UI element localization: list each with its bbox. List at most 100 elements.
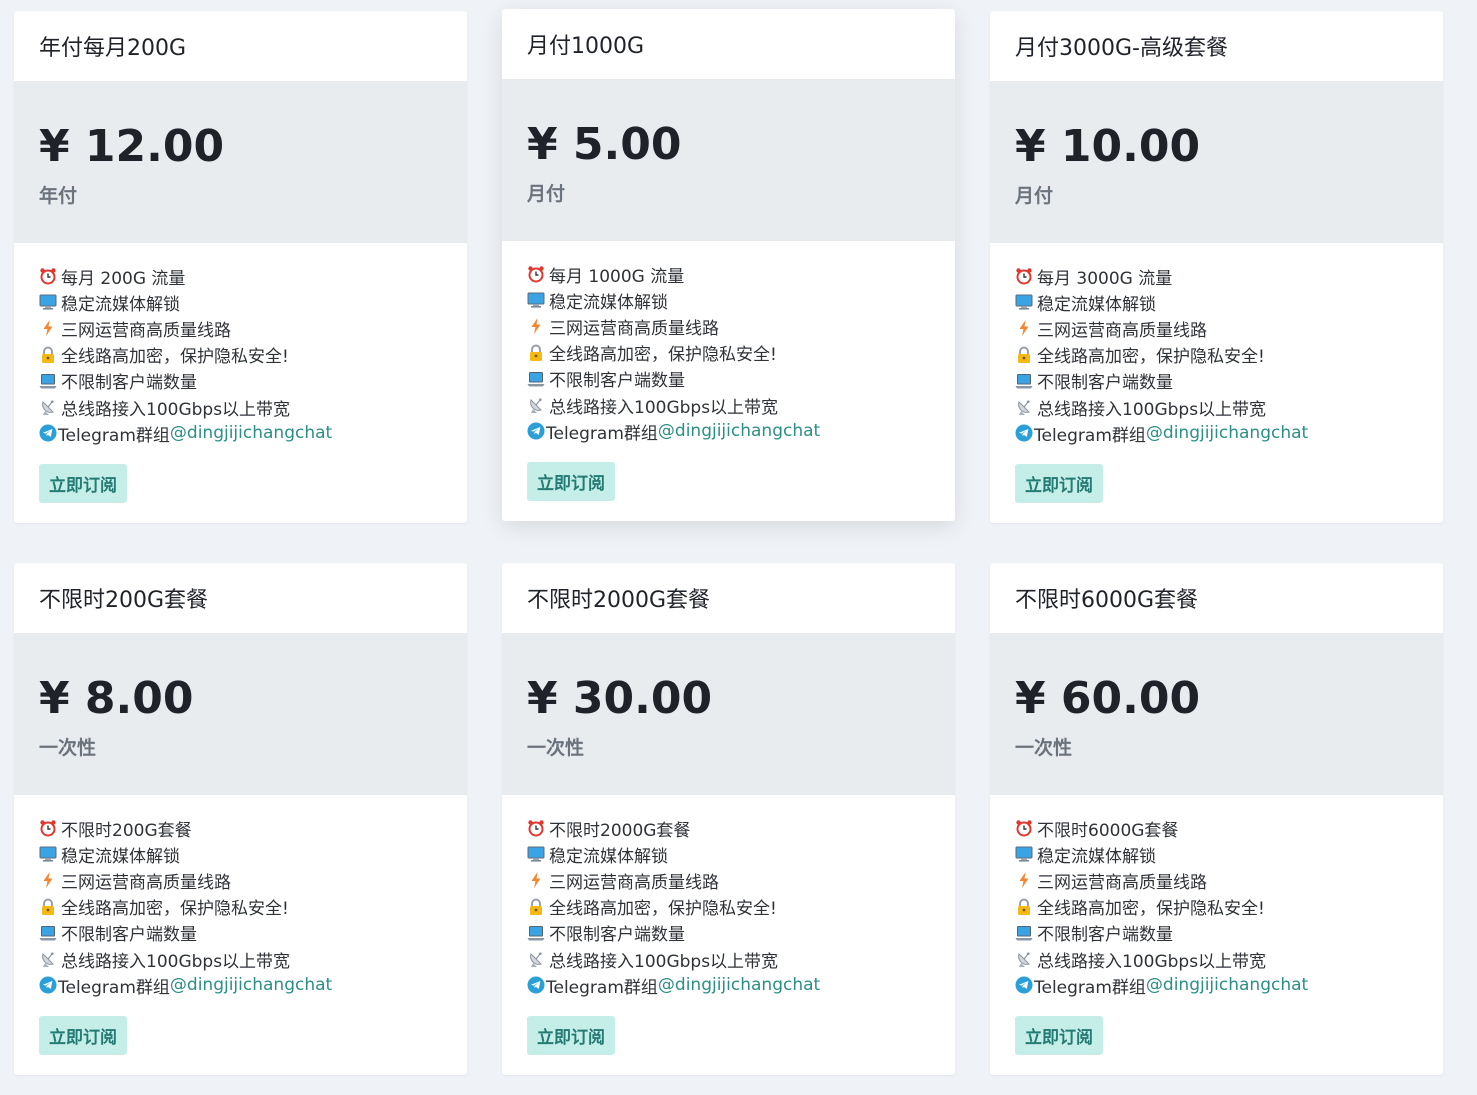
plan-card: 不限时6000G套餐 ¥ 60.00 一次性 不限时6000G套餐 稳定流媒体解… xyxy=(990,563,1443,1075)
plan-card: 不限时2000G套餐 ¥ 30.00 一次性 不限时2000G套餐 稳定流媒体解… xyxy=(502,563,955,1075)
telegram-group-link[interactable]: @dingjijichangchat xyxy=(658,421,820,441)
telegram-label: Telegram群组 xyxy=(546,423,658,444)
lightning-icon xyxy=(1019,872,1029,889)
feature-network: 三网运营商高质量线路 xyxy=(527,867,930,893)
feature-label: 不限制客户端数量 xyxy=(549,371,685,392)
satellite-antenna-icon xyxy=(530,952,542,968)
plan-price: ¥ 12.00 xyxy=(39,121,225,172)
laptop-icon xyxy=(527,371,545,387)
feature-clients: 不限制客户端数量 xyxy=(1015,920,1418,946)
plan-header: 年付每月200G xyxy=(14,11,467,81)
feature-label: 每月 200G 流量 xyxy=(61,268,186,289)
telegram-icon xyxy=(527,422,545,440)
plan-price-panel: ¥ 5.00 月付 xyxy=(502,79,955,241)
subscribe-button[interactable]: 立即订阅 xyxy=(1015,464,1103,504)
desktop-computer-icon xyxy=(39,846,57,862)
plan-card: 年付每月200G ¥ 12.00 年付 每月 200G 流量 稳定流媒体解锁 三… xyxy=(14,11,467,523)
plan-header: 不限时6000G套餐 xyxy=(990,563,1443,633)
plan-card: 月付1000G ¥ 5.00 月付 每月 1000G 流量 稳定流媒体解锁 三网… xyxy=(502,9,955,521)
laptop-icon xyxy=(1015,925,1033,941)
desktop-computer-icon xyxy=(527,846,545,862)
telegram-group-link[interactable]: @dingjijichangchat xyxy=(658,975,820,995)
plan-price-panel: ¥ 8.00 一次性 xyxy=(14,633,467,795)
telegram-group-link[interactable]: @dingjijichangchat xyxy=(170,975,332,995)
subscribe-button[interactable]: 立即订阅 xyxy=(39,464,127,504)
feature-label: 全线路高加密，保护隐私安全! xyxy=(1037,347,1265,368)
feature-bandwidth: 总线路接入100Gbps以上带宽 xyxy=(39,946,442,972)
telegram-group-link[interactable]: @dingjijichangchat xyxy=(1146,975,1308,995)
lock-icon xyxy=(530,898,542,915)
feature-telegram: Telegram群组 @dingjijichangchat xyxy=(1015,420,1418,446)
feature-label: 总线路接入100Gbps以上带宽 xyxy=(1037,399,1267,420)
alarm-clock-icon xyxy=(1016,820,1032,837)
plan-features: 每月 1000G 流量 稳定流媒体解锁 三网运营商高质量线路 全线路高加密，保护… xyxy=(502,241,955,502)
feature-label: 稳定流媒体解锁 xyxy=(1037,294,1156,315)
plan-title: 月付3000G-高级套餐 xyxy=(1015,36,1228,61)
plan-price: ¥ 5.00 xyxy=(527,119,682,170)
feature-label: 三网运营商高质量线路 xyxy=(61,320,231,341)
telegram-icon xyxy=(1015,424,1033,442)
subscribe-button[interactable]: 立即订阅 xyxy=(1015,1016,1103,1056)
feature-clients: 不限制客户端数量 xyxy=(39,368,442,394)
lightning-icon xyxy=(1019,320,1029,337)
feature-encryption: 全线路高加密，保护隐私安全! xyxy=(1015,342,1418,368)
feature-bandwidth: 总线路接入100Gbps以上带宽 xyxy=(1015,946,1418,972)
plan-price: ¥ 60.00 xyxy=(1015,673,1201,724)
feature-label: 全线路高加密，保护隐私安全! xyxy=(1037,899,1265,920)
feature-network: 三网运营商高质量线路 xyxy=(527,313,930,339)
plan-card: 月付3000G-高级套餐 ¥ 10.00 月付 每月 3000G 流量 稳定流媒… xyxy=(990,11,1443,523)
feature-traffic: 每月 1000G 流量 xyxy=(527,261,930,287)
feature-traffic: 每月 3000G 流量 xyxy=(1015,263,1418,289)
desktop-computer-icon xyxy=(1015,846,1033,862)
subscribe-button[interactable]: 立即订阅 xyxy=(527,462,615,502)
subscribe-button[interactable]: 立即订阅 xyxy=(39,1016,127,1056)
telegram-label: Telegram群组 xyxy=(546,977,658,998)
lightning-icon xyxy=(43,320,53,337)
plan-header: 月付3000G-高级套餐 xyxy=(990,11,1443,81)
feature-label: 三网运营商高质量线路 xyxy=(1037,872,1207,893)
feature-label: 全线路高加密，保护隐私安全! xyxy=(549,899,777,920)
satellite-antenna-icon xyxy=(1018,400,1030,416)
plan-title: 不限时6000G套餐 xyxy=(1015,588,1199,613)
feature-streaming: 稳定流媒体解锁 xyxy=(527,841,930,867)
subscribe-button[interactable]: 立即订阅 xyxy=(527,1016,615,1056)
alarm-clock-icon xyxy=(1016,268,1032,285)
plan-price-panel: ¥ 10.00 月付 xyxy=(990,81,1443,243)
telegram-icon xyxy=(39,976,57,994)
feature-label: 稳定流媒体解锁 xyxy=(1037,846,1156,867)
feature-label: 全线路高加密，保护隐私安全! xyxy=(61,899,289,920)
feature-label: 三网运营商高质量线路 xyxy=(549,318,719,339)
feature-traffic: 不限时2000G套餐 xyxy=(527,815,930,841)
plan-title: 不限时2000G套餐 xyxy=(527,588,711,613)
feature-label: 不限时200G套餐 xyxy=(61,820,192,841)
feature-network: 三网运营商高质量线路 xyxy=(39,315,442,341)
lightning-icon xyxy=(43,872,53,889)
telegram-label: Telegram群组 xyxy=(1034,425,1146,446)
feature-streaming: 稳定流媒体解锁 xyxy=(39,841,442,867)
feature-label: 总线路接入100Gbps以上带宽 xyxy=(549,951,779,972)
feature-clients: 不限制客户端数量 xyxy=(527,366,930,392)
feature-traffic: 不限时6000G套餐 xyxy=(1015,815,1418,841)
feature-streaming: 稳定流媒体解锁 xyxy=(1015,289,1418,315)
feature-telegram: Telegram群组 @dingjijichangchat xyxy=(1015,972,1418,998)
feature-streaming: 稳定流媒体解锁 xyxy=(39,289,442,315)
feature-label: 不限制客户端数量 xyxy=(1037,373,1173,394)
feature-traffic: 每月 200G 流量 xyxy=(39,263,442,289)
laptop-icon xyxy=(39,925,57,941)
telegram-group-link[interactable]: @dingjijichangchat xyxy=(1146,423,1308,443)
lock-icon xyxy=(42,346,54,363)
feature-clients: 不限制客户端数量 xyxy=(527,920,930,946)
telegram-group-link[interactable]: @dingjijichangchat xyxy=(170,423,332,443)
telegram-label: Telegram群组 xyxy=(58,977,170,998)
feature-label: 不限制客户端数量 xyxy=(549,925,685,946)
feature-label: 总线路接入100Gbps以上带宽 xyxy=(61,399,291,420)
desktop-computer-icon xyxy=(527,292,545,308)
feature-label: 稳定流媒体解锁 xyxy=(61,294,180,315)
lock-icon xyxy=(1018,346,1030,363)
feature-label: 不限时2000G套餐 xyxy=(549,820,691,841)
plan-features: 不限时2000G套餐 稳定流媒体解锁 三网运营商高质量线路 全线路高加密，保护隐… xyxy=(502,795,955,1056)
desktop-computer-icon xyxy=(1015,294,1033,310)
feature-label: 稳定流媒体解锁 xyxy=(549,846,668,867)
satellite-antenna-icon xyxy=(530,398,542,414)
feature-label: 总线路接入100Gbps以上带宽 xyxy=(549,397,779,418)
